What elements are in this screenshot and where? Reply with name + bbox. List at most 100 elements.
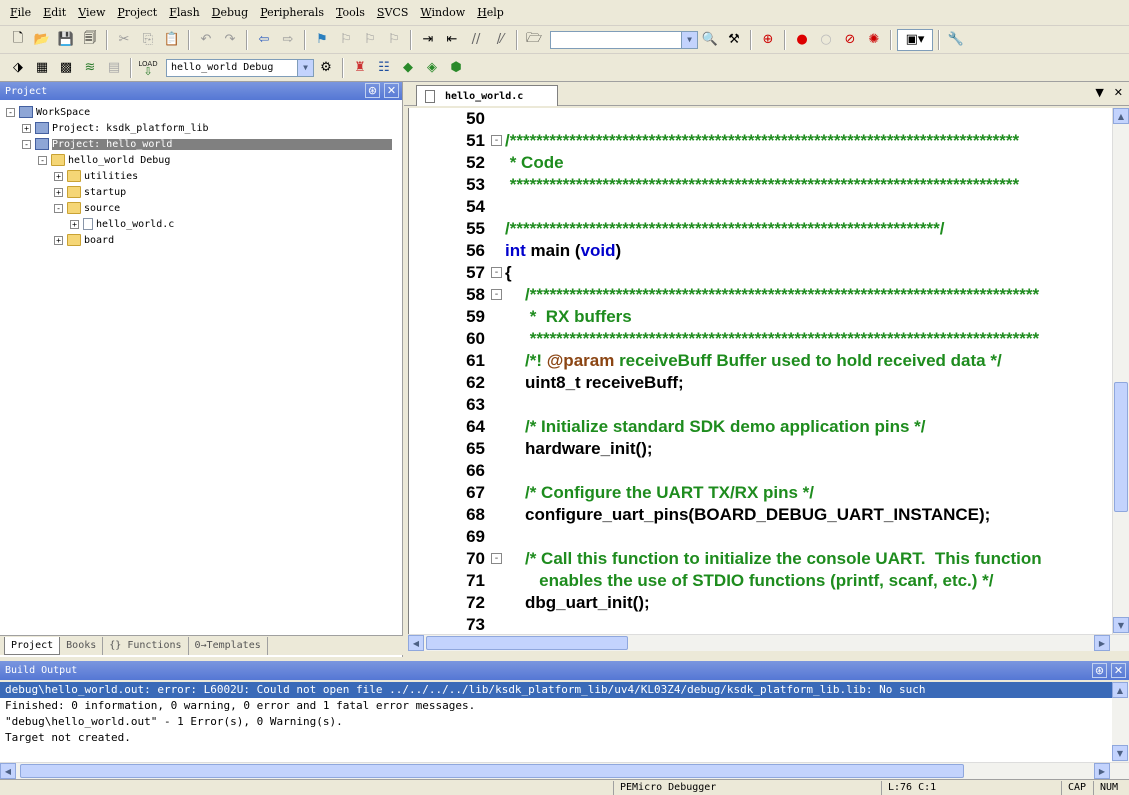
menu-item-window[interactable]: Window bbox=[414, 0, 471, 26]
collapse-icon[interactable]: - bbox=[54, 203, 63, 213]
build-output-horizontal-scrollbar[interactable]: ◀ ▶ bbox=[0, 762, 1129, 779]
expand-icon[interactable]: + bbox=[22, 123, 31, 133]
kill-breakpoints-icon[interactable]: ✺ bbox=[863, 29, 885, 51]
find-combobox[interactable]: ▼ bbox=[550, 30, 698, 49]
code-line[interactable]: 51-/************************************… bbox=[409, 130, 1112, 152]
manage-components-icon[interactable]: ♜ bbox=[349, 57, 371, 79]
menu-item-tools[interactable]: Tools bbox=[330, 0, 371, 26]
expand-icon[interactable]: + bbox=[54, 187, 63, 197]
fold-toggle-icon[interactable]: - bbox=[491, 135, 502, 146]
navigate-back-icon[interactable]: ⇦ bbox=[253, 29, 275, 51]
code-line[interactable]: 54 bbox=[409, 196, 1112, 218]
clear-bookmarks-icon[interactable]: ⚐ bbox=[383, 29, 405, 51]
tree-item[interactable]: + Project: ksdk_platform_lib bbox=[22, 120, 209, 136]
chevron-down-icon[interactable]: ▼ bbox=[297, 59, 313, 76]
code-line[interactable]: 69 bbox=[409, 526, 1112, 548]
next-bookmark-icon[interactable]: ⚐ bbox=[359, 29, 381, 51]
menu-item-svcs[interactable]: SVCS bbox=[371, 0, 414, 26]
tree-item[interactable]: - source bbox=[54, 200, 120, 216]
scroll-thumb[interactable] bbox=[426, 636, 628, 650]
code-line[interactable]: 70- /* Call this function to initialize t… bbox=[409, 548, 1112, 570]
editor-horizontal-scrollbar[interactable]: ◀ ▶ bbox=[408, 634, 1129, 651]
indent-icon[interactable]: ⇥ bbox=[417, 29, 439, 51]
fold-toggle-icon[interactable]: - bbox=[491, 553, 502, 564]
menu-item-view[interactable]: View bbox=[72, 0, 111, 26]
code-line[interactable]: 73 bbox=[409, 614, 1112, 634]
menu-item-debug[interactable]: Debug bbox=[206, 0, 255, 26]
code-line[interactable]: 61 /*! @param receiveBuff Buffer used to … bbox=[409, 350, 1112, 372]
build-output-line[interactable]: Target not created. bbox=[0, 730, 1112, 746]
scroll-down-icon[interactable]: ▼ bbox=[1113, 617, 1129, 633]
tab-hello-world-c[interactable]: hello_world.c bbox=[416, 85, 558, 106]
code-line[interactable]: 64 /* Initialize standard SDK demo applic… bbox=[409, 416, 1112, 438]
expand-icon[interactable]: + bbox=[54, 235, 63, 245]
pack-installer-icon[interactable]: ◈ bbox=[421, 57, 443, 79]
scroll-left-icon[interactable]: ◀ bbox=[408, 635, 424, 651]
code-line[interactable]: 50 bbox=[409, 108, 1112, 130]
menu-item-project[interactable]: Project bbox=[111, 0, 163, 26]
scroll-right-icon[interactable]: ▶ bbox=[1094, 635, 1110, 651]
menu-item-edit[interactable]: Edit bbox=[37, 0, 72, 26]
scroll-up-icon[interactable]: ▲ bbox=[1113, 108, 1129, 124]
save-icon[interactable]: 💾 bbox=[55, 29, 77, 51]
new-file-icon[interactable]: 🗋 bbox=[7, 29, 29, 51]
collapse-icon[interactable]: - bbox=[38, 155, 47, 165]
open-folder-icon[interactable]: 📂 bbox=[31, 29, 53, 51]
scroll-thumb[interactable] bbox=[20, 764, 964, 778]
copy-icon[interactable]: ⎘ bbox=[137, 29, 159, 51]
code-editor[interactable]: 50 51-/**********************************… bbox=[408, 108, 1112, 634]
comment-icon[interactable]: // bbox=[465, 29, 487, 51]
tab-templates[interactable]: 0→Templates bbox=[189, 636, 268, 655]
build-output-line[interactable]: "debug\hello_world.out" - 1 Error(s), 0 … bbox=[0, 714, 1112, 730]
tree-item[interactable]: - WorkSpace bbox=[6, 104, 90, 120]
redo-icon[interactable]: ↷ bbox=[219, 29, 241, 51]
undo-icon[interactable]: ↶ bbox=[195, 29, 217, 51]
expand-icon[interactable]: + bbox=[70, 219, 79, 229]
target-options-icon[interactable]: ⚙ bbox=[315, 57, 337, 79]
run-time-environment-icon[interactable]: ⬢ bbox=[445, 57, 467, 79]
scroll-up-icon[interactable]: ▲ bbox=[1112, 682, 1128, 698]
select-software-packs-icon[interactable]: ◆ bbox=[397, 57, 419, 79]
code-line[interactable]: 71 enables the use of STDIO functions (p… bbox=[409, 570, 1112, 592]
menu-item-file[interactable]: File bbox=[4, 0, 37, 26]
build-output-vertical-scrollbar[interactable]: ▲ ▼ bbox=[1112, 682, 1129, 762]
code-line[interactable]: 68 configure_uart_pins(BOARD_DEBUG_UART_I… bbox=[409, 504, 1112, 526]
breakpoint-icon[interactable]: ● bbox=[791, 29, 813, 51]
file-extensions-icon[interactable]: ☷ bbox=[373, 57, 395, 79]
incremental-find-icon[interactable]: ⚒ bbox=[723, 29, 745, 51]
tab-project[interactable]: Project bbox=[4, 636, 61, 655]
prev-bookmark-icon[interactable]: ⚐ bbox=[335, 29, 357, 51]
tab-books[interactable]: Books bbox=[60, 636, 104, 655]
rebuild-icon[interactable]: ▩ bbox=[55, 57, 77, 79]
pin-icon[interactable]: ⊛ bbox=[1092, 663, 1107, 678]
scroll-right-icon[interactable]: ▶ bbox=[1094, 763, 1110, 779]
chevron-down-icon[interactable]: ▼ bbox=[681, 31, 697, 48]
tree-item[interactable]: + utilities bbox=[54, 168, 138, 184]
code-line[interactable]: 56 int main (void) bbox=[409, 240, 1112, 262]
menu-item-help[interactable]: Help bbox=[471, 0, 510, 26]
fold-toggle-icon[interactable]: - bbox=[491, 267, 502, 278]
navigate-forward-icon[interactable]: ⇨ bbox=[277, 29, 299, 51]
save-all-icon[interactable]: 🗐 bbox=[79, 29, 101, 51]
unindent-icon[interactable]: ⇤ bbox=[441, 29, 463, 51]
code-line[interactable]: 53 *************************************… bbox=[409, 174, 1112, 196]
code-line[interactable]: 55 /*************************************… bbox=[409, 218, 1112, 240]
tree-item[interactable]: + hello_world.c bbox=[70, 216, 174, 232]
editor-vertical-scrollbar[interactable]: ▲ ▼ bbox=[1112, 108, 1129, 634]
uncomment-icon[interactable]: /⁄ bbox=[489, 29, 511, 51]
load-download-button[interactable]: LOAD ⇩ bbox=[137, 57, 159, 79]
pin-icon[interactable]: ⊛ bbox=[365, 83, 380, 98]
code-line[interactable]: 60 *************************************… bbox=[409, 328, 1112, 350]
target-select[interactable]: hello_world Debug ▼ bbox=[166, 58, 314, 77]
build-icon[interactable]: ▦ bbox=[31, 57, 53, 79]
disable-all-breakpoints-icon[interactable]: ⊘ bbox=[839, 29, 861, 51]
code-line[interactable]: 65 hardware_init(); bbox=[409, 438, 1112, 460]
close-icon[interactable]: ✕ bbox=[384, 83, 399, 98]
find-icon[interactable]: 🔍 bbox=[699, 29, 721, 51]
code-line[interactable]: 66 bbox=[409, 460, 1112, 482]
build-error-line[interactable]: debug\hello_world.out: error: L6002U: Co… bbox=[0, 682, 1112, 698]
collapse-icon[interactable]: - bbox=[6, 107, 15, 117]
build-output-text[interactable]: debug\hello_world.out: error: L6002U: Co… bbox=[0, 682, 1112, 762]
code-line[interactable]: 58- /************************************… bbox=[409, 284, 1112, 306]
close-icon[interactable]: ✕ bbox=[1114, 86, 1123, 99]
